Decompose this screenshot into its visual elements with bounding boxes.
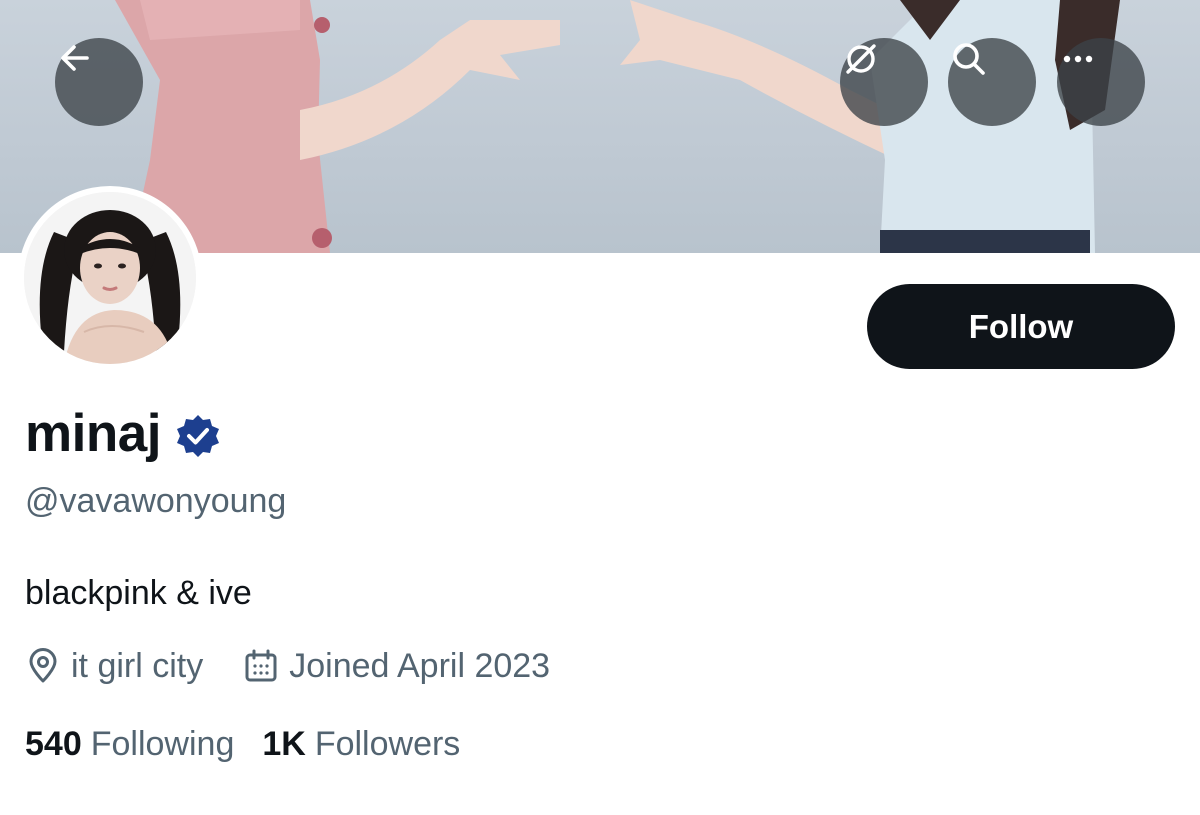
profile-page: Follow minaj @vavawonyoung blackpink & i… [0,0,1200,815]
profile-banner[interactable] [0,0,1200,253]
follow-button[interactable]: Follow [867,284,1175,369]
profile-meta: it girl city Joined April 2023 [25,643,550,689]
location-item: it girl city [25,643,203,689]
back-button[interactable] [55,38,143,126]
joined-item: Joined April 2023 [243,643,550,689]
verified-badge-icon[interactable] [175,413,221,459]
more-dots-icon [1063,55,1093,63]
avatar-image [24,192,196,364]
user-handle: @vavawonyoung [25,482,287,520]
banner-image [115,0,1120,253]
following-link[interactable]: 540 Following [25,721,234,767]
following-count: 540 [25,725,82,763]
profile-avatar[interactable] [18,186,202,370]
followers-count: 1K [262,725,306,763]
location-text: it girl city [71,647,204,685]
arrow-left-icon [61,45,89,71]
more-options-button[interactable] [1057,38,1145,126]
search-icon [953,43,985,75]
display-name: minaj [25,404,161,463]
following-label: Following [90,725,235,763]
search-button[interactable] [948,38,1036,126]
name-row: minaj [25,402,221,466]
joined-text: Joined April 2023 [289,647,551,685]
translate-button[interactable] [840,38,928,126]
slashed-globe-icon [846,44,876,74]
follow-stats: 540 Following 1K Followers [25,721,460,767]
followers-label: Followers [314,725,461,763]
profile-bio: blackpink & ive [25,574,252,612]
location-pin-icon [29,648,57,683]
followers-link[interactable]: 1K Followers [262,721,460,767]
calendar-icon [245,649,277,682]
